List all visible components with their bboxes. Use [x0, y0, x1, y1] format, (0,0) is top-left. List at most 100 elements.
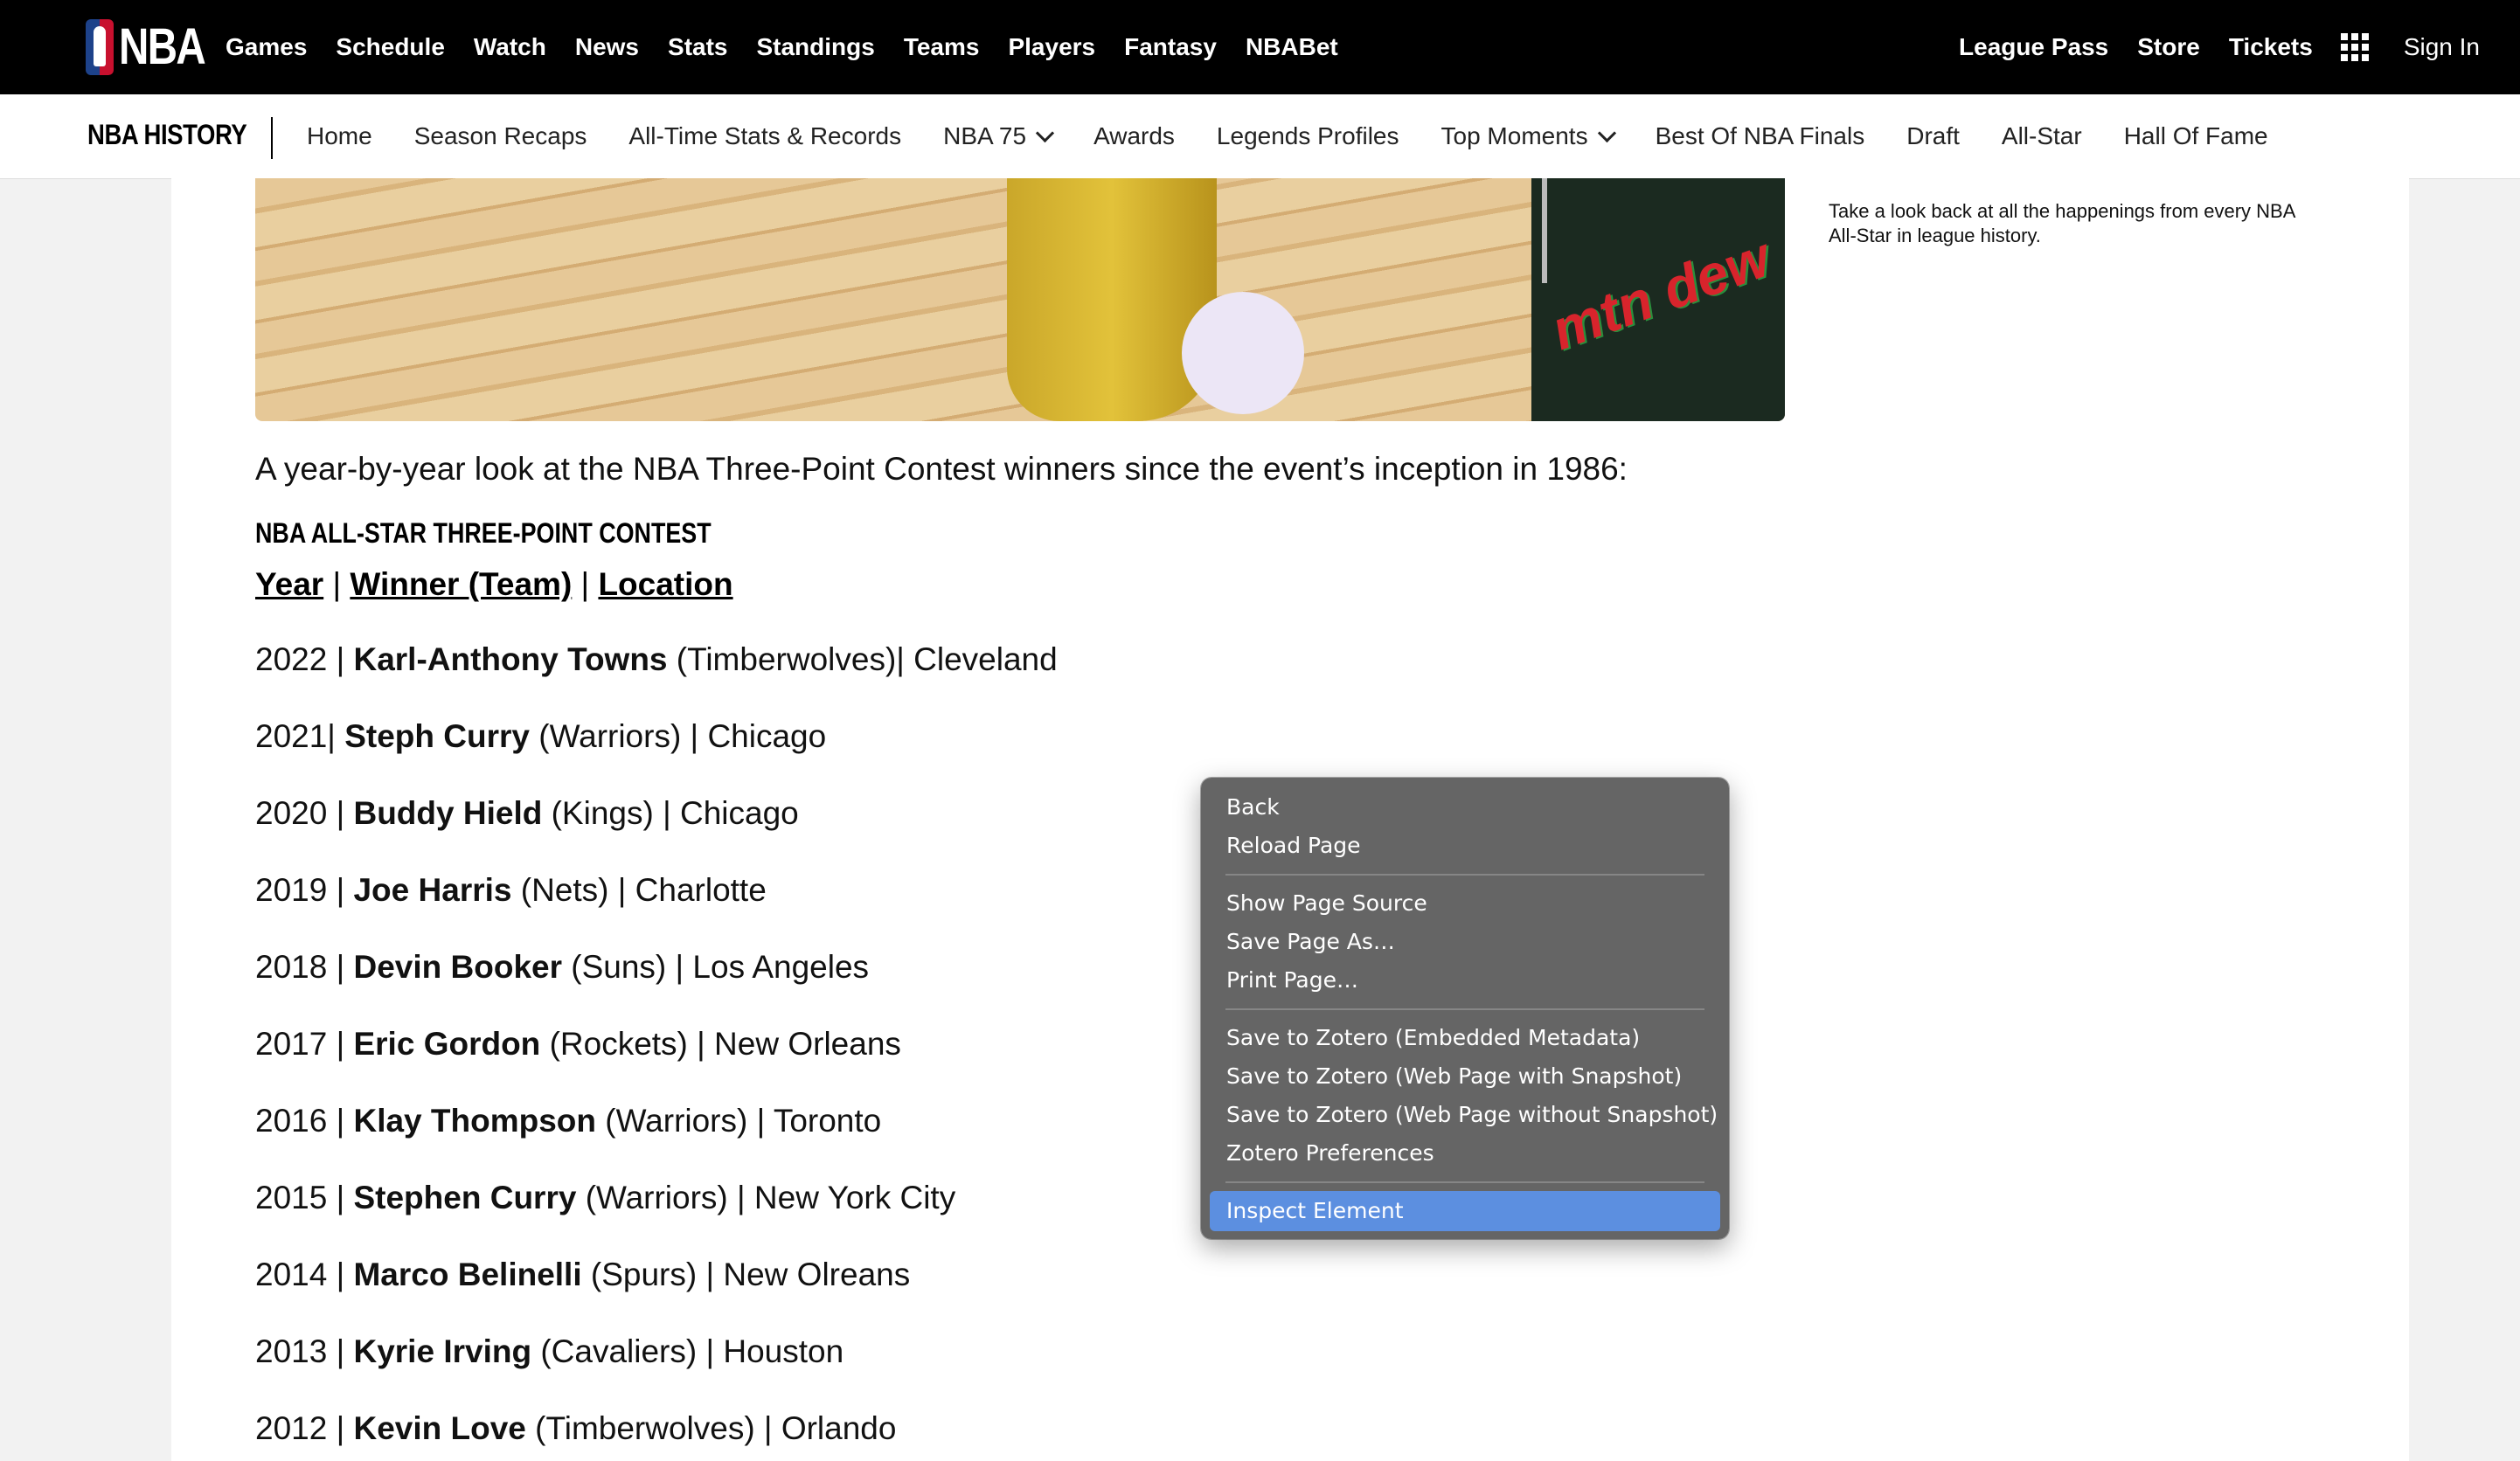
booth-pole — [1542, 178, 1547, 283]
list-item: 2017 | Eric Gordon (Rockets) | New Orlea… — [255, 1026, 901, 1063]
row-year: 2017 | — [255, 1026, 354, 1062]
row-winner: Karl-Anthony Towns — [353, 641, 668, 677]
row-year: 2021| — [255, 718, 345, 754]
nav-stats[interactable]: Stats — [668, 33, 727, 61]
nav-league-pass[interactable]: League Pass — [1959, 33, 2108, 61]
nba-logo-text: NBA — [119, 18, 206, 75]
row-winner: Buddy Hield — [353, 795, 543, 831]
col-location-link[interactable]: Location — [598, 566, 732, 602]
top-right-menu: League Pass Store Tickets Sign In — [1930, 0, 2480, 94]
list-item: 2018 | Devin Booker (Suns) | Los Angeles — [255, 949, 869, 986]
nav-games[interactable]: Games — [226, 33, 307, 61]
row-year: 2013 | — [255, 1333, 354, 1369]
subnav-all-time-stats[interactable]: All-Time Stats & Records — [628, 122, 901, 150]
row-team-location: (Kings) | Chicago — [542, 795, 799, 831]
row-team-location: (Cavaliers) | Houston — [531, 1333, 844, 1369]
row-year: 2014 | — [255, 1257, 354, 1292]
subnav-all-star-label: All-Star — [2001, 122, 2082, 149]
subnav-hall-of-fame-label: Hall Of Fame — [2123, 122, 2268, 149]
menu-item-zotero-preferences[interactable]: Zotero Preferences — [1226, 1134, 1434, 1173]
row-year: 2018 | — [255, 949, 354, 985]
menu-item-inspect-element[interactable]: Inspect Element — [1226, 1192, 1404, 1230]
subnav-top-moments-label: Top Moments — [1440, 122, 1588, 149]
player-figure — [1007, 178, 1217, 421]
menu-item-show-source[interactable]: Show Page Source — [1226, 884, 1427, 923]
row-team-location: (Timberwolves) | Orlando — [525, 1410, 897, 1446]
history-subnav: NBA HISTORY Home Season Recaps All-Time … — [0, 94, 2520, 179]
subnav-draft[interactable]: Draft — [1906, 122, 1960, 150]
row-year: 2015 | — [255, 1180, 354, 1215]
nba-history-brand[interactable]: NBA HISTORY — [87, 119, 247, 151]
row-team-location: (Suns) | Los Angeles — [562, 949, 870, 985]
list-item: 2013 | Kyrie Irving (Cavaliers) | Housto… — [255, 1333, 843, 1370]
sign-in-link[interactable]: Sign In — [2404, 33, 2480, 61]
subnav-draft-label: Draft — [1906, 122, 1960, 149]
nav-schedule[interactable]: Schedule — [336, 33, 444, 61]
row-team-location: (Warriors) | Toronto — [596, 1103, 882, 1139]
subnav-best-of-finals-label: Best Of NBA Finals — [1655, 122, 1865, 149]
subnav-top-moments[interactable]: Top Moments — [1440, 122, 1616, 150]
menu-separator — [1225, 874, 1704, 876]
nav-standings[interactable]: Standings — [756, 33, 874, 61]
sidebar-description[interactable]: Take a look back at all the happenings f… — [1829, 199, 2318, 248]
chevron-down-icon — [1035, 123, 1055, 142]
subnav-nba-75[interactable]: NBA 75 — [943, 122, 1055, 150]
menu-item-back[interactable]: Back — [1226, 788, 1280, 827]
col-year-link[interactable]: Year — [255, 566, 323, 602]
nav-teams[interactable]: Teams — [904, 33, 980, 61]
nav-tickets[interactable]: Tickets — [2229, 33, 2313, 61]
subnav-best-of-finals[interactable]: Best Of NBA Finals — [1656, 122, 1865, 150]
subnav-home-label: Home — [307, 122, 372, 149]
list-item: 2016 | Klay Thompson (Warriors) | Toront… — [255, 1103, 881, 1139]
subnav-all-star[interactable]: All-Star — [2002, 122, 2082, 150]
menu-item-zotero-snapshot[interactable]: Save to Zotero (Web Page with Snapshot) — [1226, 1057, 1682, 1096]
menu-item-zotero-no-snapshot[interactable]: Save to Zotero (Web Page without Snapsho… — [1226, 1096, 1718, 1134]
row-winner: Eric Gordon — [353, 1026, 541, 1062]
col-sep: | — [323, 566, 351, 602]
nav-store[interactable]: Store — [2137, 33, 2200, 61]
menu-item-print[interactable]: Print Page… — [1226, 961, 1358, 1000]
nav-players[interactable]: Players — [1008, 33, 1095, 61]
list-item: 2012 | Kevin Love (Timberwolves) | Orlan… — [255, 1410, 896, 1447]
row-year: 2022 | — [255, 641, 354, 677]
subnav-season-recaps-label: Season Recaps — [413, 122, 587, 149]
nav-news[interactable]: News — [575, 33, 639, 61]
subnav-season-recaps[interactable]: Season Recaps — [414, 122, 587, 150]
row-winner: Stephen Curry — [353, 1180, 577, 1215]
row-team-location: (Timberwolves)| Cleveland — [667, 641, 1058, 677]
subnav-divider — [271, 117, 273, 159]
row-winner: Kyrie Irving — [353, 1333, 532, 1369]
chevron-down-icon — [1597, 123, 1616, 142]
apps-grid-icon[interactable] — [2340, 33, 2369, 61]
row-team-location: (Warriors) | New York City — [576, 1180, 956, 1215]
subnav-legends-profiles[interactable]: Legends Profiles — [1217, 122, 1399, 150]
list-item: 2019 | Joe Harris (Nets) | Charlotte — [255, 872, 767, 909]
subnav-home[interactable]: Home — [307, 122, 372, 150]
nav-nbabet[interactable]: NBABet — [1246, 33, 1338, 61]
subnav-awards[interactable]: Awards — [1093, 122, 1175, 150]
menu-item-reload[interactable]: Reload Page — [1226, 827, 1361, 865]
nav-watch[interactable]: Watch — [474, 33, 546, 61]
list-item: 2014 | Marco Belinelli (Spurs) | New Olr… — [255, 1257, 910, 1293]
row-winner: Klay Thompson — [353, 1103, 597, 1139]
menu-item-save-as[interactable]: Save Page As… — [1226, 923, 1395, 961]
subnav-awards-label: Awards — [1093, 122, 1175, 149]
nba-logo-icon — [86, 19, 114, 75]
section-title: NBA ALL-STAR THREE-POINT CONTEST — [255, 517, 712, 549]
hero-image: mtn dew — [255, 178, 1785, 421]
list-item: 2021| Steph Curry (Warriors) | Chicago — [255, 718, 826, 755]
menu-separator — [1225, 1008, 1704, 1010]
col-winner-link[interactable]: Winner (Team) — [350, 566, 572, 602]
nba-logo[interactable]: NBA — [86, 19, 224, 75]
row-year: 2019 | — [255, 872, 354, 908]
menu-separator — [1225, 1181, 1704, 1183]
player-shoe — [1182, 292, 1304, 414]
subnav-links: Home Season Recaps All-Time Stats & Reco… — [307, 94, 2310, 178]
row-team-location: (Warriors) | Chicago — [529, 718, 827, 754]
subnav-hall-of-fame[interactable]: Hall Of Fame — [2124, 122, 2268, 150]
article-intro: A year-by-year look at the NBA Three-Poi… — [255, 451, 1628, 487]
context-menu: Back Reload Page Show Page Source Save P… — [1201, 778, 1729, 1239]
menu-item-zotero-metadata[interactable]: Save to Zotero (Embedded Metadata) — [1226, 1019, 1640, 1057]
nav-fantasy[interactable]: Fantasy — [1124, 33, 1217, 61]
row-year: 2020 | — [255, 795, 354, 831]
